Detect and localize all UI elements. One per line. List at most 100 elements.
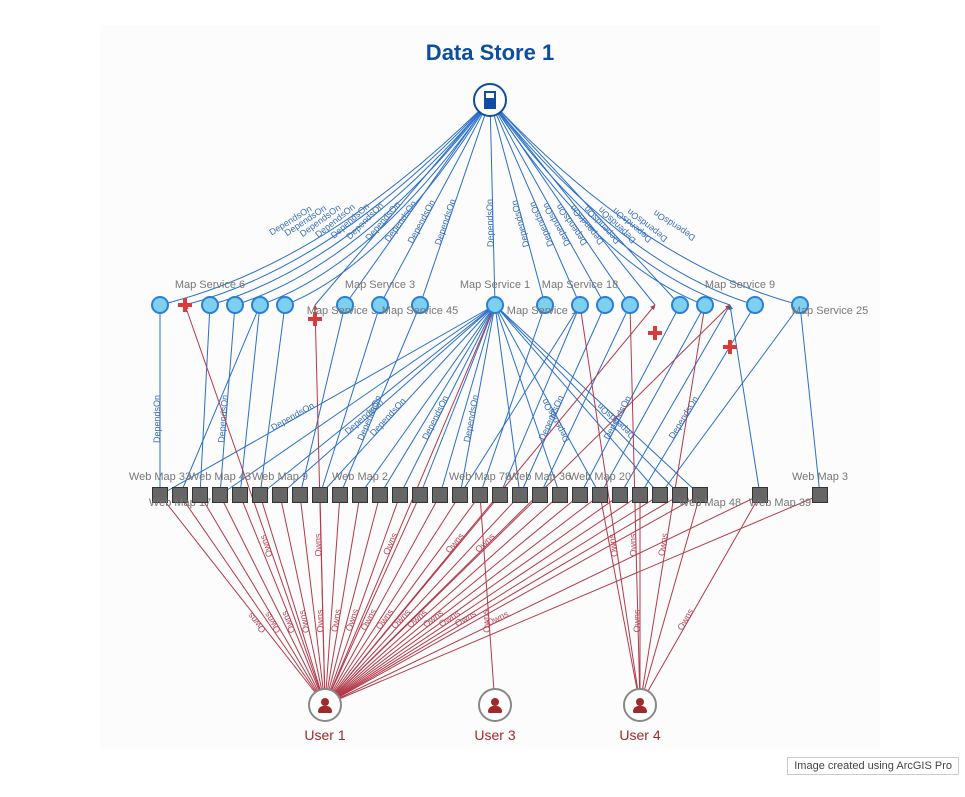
edge-label: Owns [257,533,274,558]
service-node[interactable] [746,296,764,314]
service-node[interactable] [571,296,589,314]
webmap-node[interactable] [692,487,708,503]
service-node[interactable] [596,296,614,314]
webmap-node[interactable] [392,487,408,503]
edge [325,495,760,705]
edge [325,495,580,705]
edge-label: DependsOn [484,199,495,247]
edge-label: DependsOn [509,199,531,248]
service-cross-node[interactable] [178,298,192,312]
webmap-node[interactable] [232,487,248,503]
webmap-node[interactable] [292,487,308,503]
webmap-node[interactable] [252,487,268,503]
webmap-node[interactable] [452,487,468,503]
webmap-node[interactable] [512,487,528,503]
webmap-node[interactable] [572,487,588,503]
service-node[interactable] [151,296,169,314]
webmap-label: Web Map 78 [449,471,511,483]
webmap-node[interactable] [372,487,388,503]
service-node[interactable] [251,296,269,314]
edge-label: Owns [675,607,695,632]
edge [325,495,480,705]
webmap-node[interactable] [632,487,648,503]
webmap-node[interactable] [752,487,768,503]
edge-label: Owns [313,533,324,557]
webmap-label: Web Map 2 [332,471,388,483]
service-node[interactable] [671,296,689,314]
edge-label: DependsOn [527,200,555,248]
edge-label: Owns [480,609,492,633]
service-node[interactable] [276,296,294,314]
user-node[interactable] [308,688,342,722]
edge-label: Owns [374,607,396,632]
service-node[interactable] [486,296,504,314]
edge-label: DependsOn [582,204,622,246]
webmap-node[interactable] [172,487,188,503]
user-node[interactable] [478,688,512,722]
edge-label: Owns [389,607,412,631]
webmap-node[interactable] [312,487,328,503]
service-node[interactable] [371,296,389,314]
webmap-node[interactable] [652,487,668,503]
edge [180,305,260,495]
edge [420,305,495,495]
webmap-node[interactable] [192,487,208,503]
webmap-node[interactable] [412,487,428,503]
edge [325,495,460,705]
edge [495,305,560,495]
edge-label: Owns [421,607,446,629]
webmap-node[interactable] [212,487,228,503]
service-node[interactable] [201,296,219,314]
user-node[interactable] [623,688,657,722]
edge-label: Owns [473,531,497,555]
edge [315,100,490,305]
edge [325,495,640,705]
webmap-node[interactable] [552,487,568,503]
edge [325,495,620,705]
edge [640,495,760,705]
edge-label: DependsOn [152,395,162,443]
edge [495,305,700,495]
service-node[interactable] [696,296,714,314]
edge-label: DependsOn [298,202,343,238]
webmap-node[interactable] [472,487,488,503]
webmap-node[interactable] [592,487,608,503]
webmap-node[interactable] [612,487,628,503]
service-cross-node[interactable] [648,326,662,340]
service-cross-node[interactable] [723,340,737,354]
service-cross-node[interactable] [308,312,322,326]
webmap-node[interactable] [672,487,688,503]
webmap-node[interactable] [492,487,508,503]
edge [495,305,600,495]
webmap-node[interactable] [812,487,828,503]
edge [160,495,325,705]
edge-label: DependsOn [554,202,589,247]
edge [300,305,345,495]
edge [325,495,520,705]
edge [200,305,210,495]
edge-layer: DependsOnDependsOnDependsOnDependsOnDepe… [100,25,880,750]
webmap-node[interactable] [532,487,548,503]
service-node[interactable] [336,296,354,314]
webmap-node[interactable] [332,487,348,503]
service-node[interactable] [536,296,554,314]
edge [320,305,495,495]
user-icon [488,698,502,712]
webmap-node[interactable] [432,487,448,503]
edge [500,305,580,495]
service-node[interactable] [621,296,639,314]
webmap-node[interactable] [272,487,288,503]
service-node[interactable] [791,296,809,314]
edge [285,100,490,305]
datastore-node[interactable] [473,83,507,117]
edge [730,305,760,495]
webmap-node[interactable] [352,487,368,503]
service-node[interactable] [226,296,244,314]
service-node[interactable] [411,296,429,314]
edge-label: Owns [405,607,429,630]
edge [480,495,495,705]
edge [260,305,495,495]
webmap-node[interactable] [152,487,168,503]
edge [325,495,340,705]
edge [580,305,640,705]
